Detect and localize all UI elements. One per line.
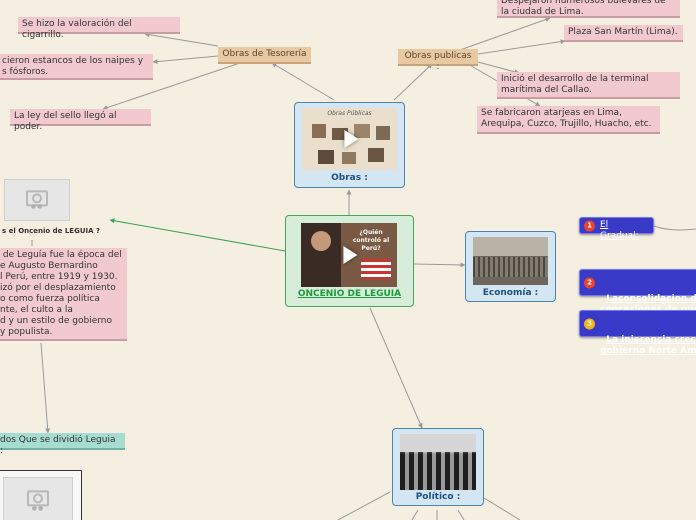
link-obras-publicas (393, 63, 433, 101)
economia-thumbnail (473, 237, 548, 285)
play-icon[interactable] (343, 246, 358, 264)
economy-item-2-number: 2 (584, 277, 595, 288)
economia-card[interactable]: Economía : (465, 231, 556, 302)
publicas-item-1-text: Despejaron numerosos bulevares de la ciu… (501, 0, 666, 17)
description-text: de Leguía fue la época del e Augusto Ber… (0, 250, 122, 337)
image-placeholder-top[interactable]: ●● (4, 179, 70, 221)
camera-icon (27, 490, 49, 507)
economia-label: Economía : (482, 288, 539, 298)
tesoreria-item-3[interactable]: La ley del sello llegó al poder. (10, 109, 151, 132)
image-placeholder-inner: ●● (3, 477, 73, 520)
economy-item-1[interactable]: 1 El Gradual: (579, 217, 654, 241)
tesoreria-node[interactable]: Obras de Tesorería (218, 47, 311, 64)
publicas-item-2[interactable]: Plaza San Martín (Lima). (564, 25, 683, 42)
publicas-item-3[interactable]: Inició el desarrollo de la terminal marí… (497, 72, 680, 99)
dots-icon: ●● (30, 203, 44, 210)
economy-item-1-number: 1 (584, 220, 595, 231)
divided-note[interactable]: dos Que se dividió Leguia : (0, 433, 125, 456)
publicas-item-3-text: Inició el desarrollo de la terminal marí… (501, 74, 649, 95)
center-label: ONCENIO DE LEGUIA (297, 289, 402, 299)
obras-label: Obras : (331, 173, 368, 183)
politico-thumbnail (400, 434, 476, 490)
publicas-item-1[interactable]: Despejaron numerosos bulevares de la ciu… (497, 0, 680, 18)
publicas-node[interactable]: Obras publicas : (398, 49, 478, 72)
play-icon[interactable] (343, 130, 358, 148)
mind-map-canvas[interactable]: Obras de Tesorería Se hizo la valoración… (0, 0, 696, 520)
obras-thumbnail[interactable]: Obras Públicas (302, 108, 397, 170)
tesoreria-item-2[interactable]: cieron estancos de los naipes y s fósfor… (0, 54, 153, 80)
link-obras-tesoreria (271, 62, 335, 101)
publicas-item-4[interactable]: Se fabricaron atarjeas en Lima, Arequipa… (477, 106, 660, 134)
economy-item-3-number: 3 (584, 318, 595, 329)
center-card[interactable]: ¿Quién controló al Perú? ONCENIO DE LEGU… (285, 215, 414, 307)
link-center-economia (413, 262, 466, 268)
tesoreria-item-1[interactable]: Se hizo la valoración del cigarrillo. (18, 17, 180, 40)
economy-item-3-text: La injerencia crecie gobierno Norte Am (600, 335, 696, 356)
politico-label: Político : (415, 492, 461, 502)
tesoreria-label: Obras de Tesorería (222, 49, 307, 59)
economy-item-3[interactable]: 3 La injerencia crecie gobierno Norte Am (579, 310, 696, 356)
link-center-question (109, 218, 286, 252)
economy-item-1-text: El Gradual: (600, 220, 639, 241)
dots-icon: ●● (31, 505, 45, 512)
question-text: s el Oncenio de LEGUIA ? (2, 227, 101, 235)
politico-card[interactable]: Político : (392, 428, 484, 506)
image-placeholder-bottom[interactable]: ●● (0, 470, 82, 520)
publicas-item-4-text: Se fabricaron atarjeas en Lima, Arequipa… (481, 108, 652, 129)
link-center-politico (369, 307, 423, 429)
publicas-item-2-text: Plaza San Martín (Lima). (568, 27, 678, 37)
center-thumbnail[interactable]: ¿Quién controló al Perú? (301, 223, 397, 287)
economy-item-2[interactable]: 2 Laconsolidacion de concesiones de nue (579, 269, 696, 315)
question-label[interactable]: s el Oncenio de LEGUIA ? (0, 224, 108, 238)
obras-card[interactable]: Obras Públicas Obras : (294, 102, 405, 188)
obras-thumb-title: Obras Públicas (327, 110, 372, 117)
description-note[interactable]: de Leguía fue la época del e Augusto Ber… (0, 248, 127, 341)
tesoreria-item-2-text: cieron estancos de los naipes y s fósfor… (2, 56, 144, 77)
